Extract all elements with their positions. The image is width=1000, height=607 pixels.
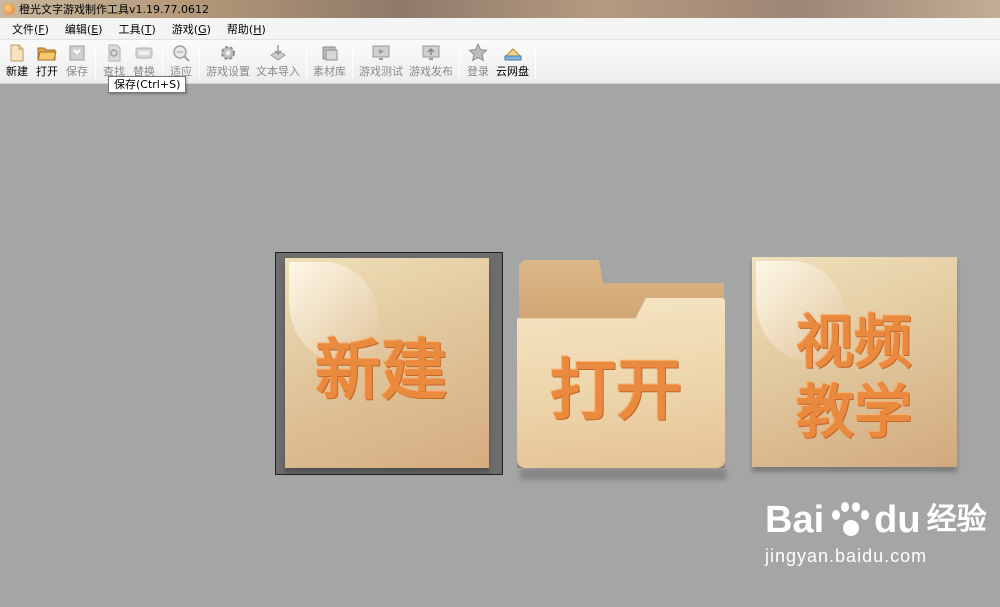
menu-game-label: 游戏 (171, 22, 194, 36)
save-button[interactable]: 保存 (62, 40, 92, 82)
watermark-url: jingyan.baidu.com (765, 546, 928, 566)
new-project-tile-label: 新建 (315, 332, 447, 409)
cloud-drive-button[interactable]: 云网盘 (493, 40, 532, 82)
toolbar-separator (352, 43, 353, 79)
open-button[interactable]: 打开 (32, 40, 62, 82)
menu-file[interactable]: 文件(F) (4, 21, 57, 37)
game-test-button[interactable]: 游戏测试 (356, 40, 406, 82)
monitor-play-icon (372, 45, 390, 60)
watermark-brand: Bai (765, 499, 825, 541)
cloud-drive-icon (503, 48, 522, 61)
game-settings-button[interactable]: 游戏设置 (203, 40, 253, 82)
zoom-fit-icon (173, 45, 190, 62)
text-import-button[interactable]: 文本导入 (253, 40, 303, 82)
text-import-label: 文本导入 (256, 65, 300, 78)
menu-tools[interactable]: 工具(T) (110, 21, 163, 37)
publish-icon (422, 45, 440, 60)
open-folder-icon (37, 47, 57, 61)
menu-tools-accel: T (144, 22, 152, 36)
menu-tools-label: 工具 (118, 22, 141, 36)
star-user-icon (468, 43, 488, 62)
watermark-cn: 经验 (926, 502, 987, 537)
text-import-icon (270, 45, 286, 61)
watermark-logo: Bai du 经验 (765, 500, 987, 540)
save-button-label: 保存 (66, 65, 88, 78)
toolbar-separator (535, 43, 536, 79)
game-publish-label: 游戏发布 (409, 65, 453, 78)
game-settings-label: 游戏设置 (206, 65, 250, 78)
game-test-label: 游戏测试 (359, 65, 403, 78)
menu-edit-label: 编辑 (64, 22, 87, 36)
new-file-icon (10, 44, 24, 62)
app-icon (3, 3, 15, 15)
menu-file-label: 文件 (12, 22, 34, 36)
asset-library-button[interactable]: 素材库 (310, 40, 349, 82)
toolbar-separator (95, 43, 96, 79)
gear-icon (221, 46, 235, 60)
title-bar: 橙光文字游戏制作工具v1.19.77.0612 (0, 0, 1000, 18)
asset-library-label: 素材库 (313, 65, 346, 78)
replace-icon (135, 47, 153, 59)
login-label: 登录 (467, 65, 489, 78)
menu-help-accel: H (253, 22, 262, 36)
cloud-drive-label: 云网盘 (496, 65, 529, 78)
toolbar-separator (459, 43, 460, 79)
game-publish-button[interactable]: 游戏发布 (406, 40, 456, 82)
watermark-brand-du: du (874, 499, 921, 541)
video-tutorial-tile[interactable]: 视频 教学 (752, 257, 957, 467)
window-title: 橙光文字游戏制作工具v1.19.77.0612 (19, 3, 209, 16)
login-button[interactable]: 登录 (463, 40, 493, 82)
open-tile-shadow (520, 468, 726, 480)
menu-bar: 文件(F) 编辑(E) 工具(T) 游戏(G) 帮助(H) (0, 18, 1000, 40)
menu-help[interactable]: 帮助(H) (219, 21, 274, 37)
toolbar-separator (199, 43, 200, 79)
menu-edit-accel: E (91, 22, 99, 36)
find-icon (108, 44, 121, 62)
new-button[interactable]: 新建 (2, 40, 32, 82)
menu-help-label: 帮助 (226, 22, 249, 36)
menu-game[interactable]: 游戏(G) (164, 21, 219, 37)
save-icon (69, 45, 85, 61)
save-tooltip: 保存(Ctrl+S) (108, 76, 187, 93)
toolbar-separator (162, 43, 163, 79)
new-button-label: 新建 (6, 65, 28, 78)
menu-game-accel: G (198, 22, 207, 36)
asset-library-icon (322, 46, 337, 61)
menu-edit[interactable]: 编辑(E) (57, 21, 111, 37)
baidu-jingyan-watermark: Bai du 经验 jingyan.baidu.com (765, 500, 987, 567)
paw-icon (826, 500, 872, 540)
open-project-tile-label: 打开 (550, 352, 682, 429)
video-tutorial-label-line2: 教学 (796, 378, 913, 446)
open-button-label: 打开 (36, 65, 58, 78)
menu-file-accel: F (38, 22, 45, 36)
video-tutorial-label-line1: 视频 (796, 308, 913, 376)
toolbar-separator (306, 43, 307, 79)
new-project-tile[interactable]: 新建 (285, 258, 489, 468)
